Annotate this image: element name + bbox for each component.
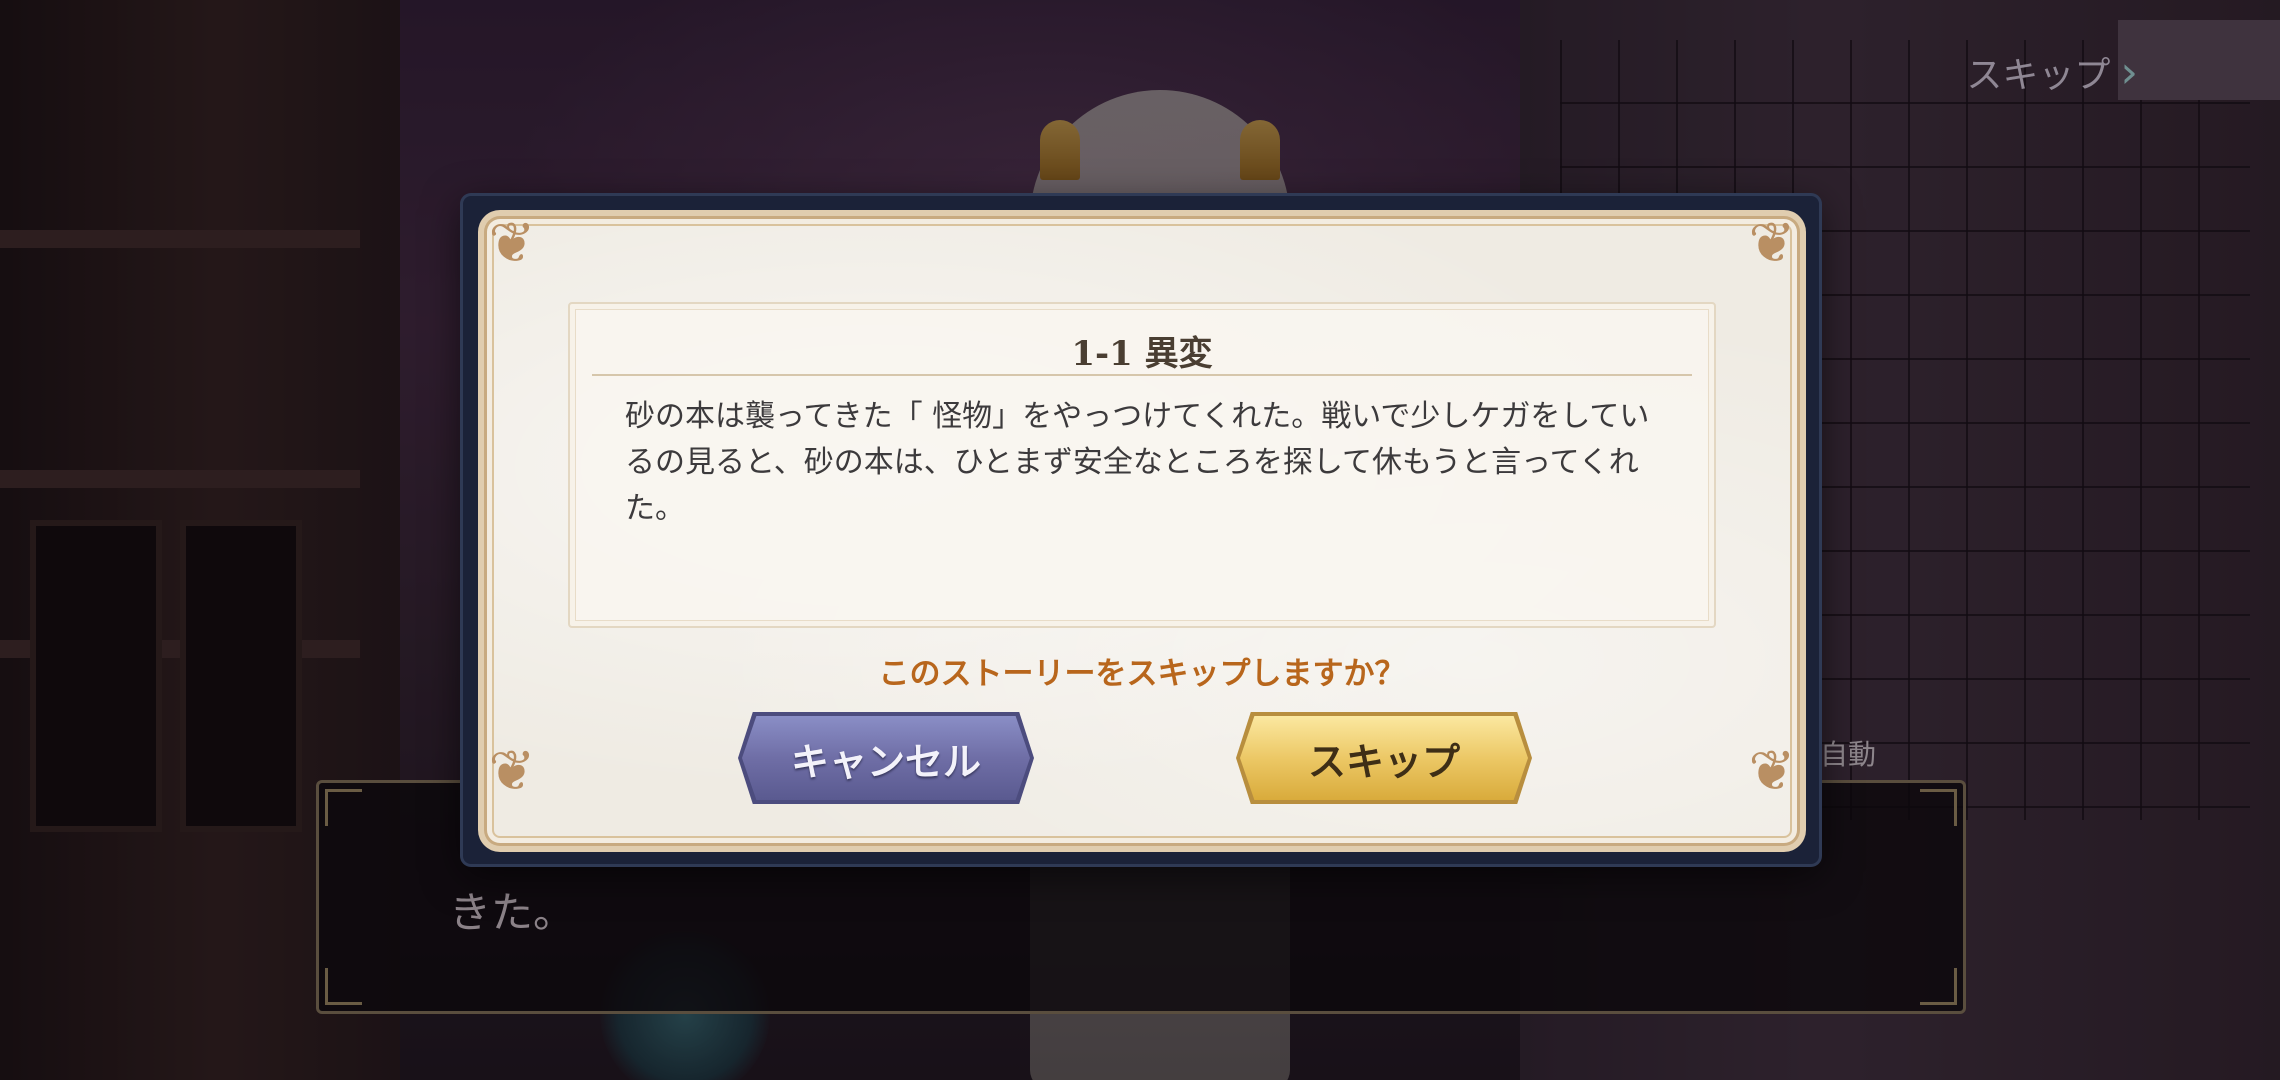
corner-ornament-icon: ❦ bbox=[488, 739, 536, 804]
dialogue-corner bbox=[1920, 968, 1957, 1005]
dialogue-corner bbox=[325, 968, 362, 1005]
corner-ornament-icon: ❦ bbox=[488, 211, 536, 276]
story-title: 1-1 異変 bbox=[1071, 334, 1213, 374]
top-skip-button[interactable]: スキップ › bbox=[1966, 46, 2138, 98]
skip-button[interactable]: スキップ bbox=[1240, 716, 1528, 800]
cancel-button[interactable]: キャンセル bbox=[742, 716, 1030, 800]
corner-ornament-icon: ❦ bbox=[1748, 211, 1796, 276]
chevron-right-icon: › bbox=[2120, 46, 2138, 98]
dialogue-corner bbox=[325, 789, 362, 826]
auto-button[interactable]: 自動 bbox=[1820, 733, 1876, 773]
dialogue-text: きた。 bbox=[449, 888, 576, 937]
top-skip-label: スキップ bbox=[1966, 55, 2111, 96]
dialogue-corner bbox=[1920, 789, 1957, 826]
skip-question: このストーリーをスキップしますか？ bbox=[878, 656, 1406, 692]
corner-ornament-icon: ❦ bbox=[1748, 739, 1796, 804]
story-summary-text: 砂の本は襲ってきた「 怪物」をやっつけてくれた。戦いで少しケガをしているの見ると… bbox=[625, 399, 1650, 526]
title-divider bbox=[592, 374, 1692, 376]
story-summary-panel: 1-1 異変 砂の本は襲ってきた「 怪物」をやっつけてくれた。戦いで少しケガをし… bbox=[568, 302, 1716, 628]
